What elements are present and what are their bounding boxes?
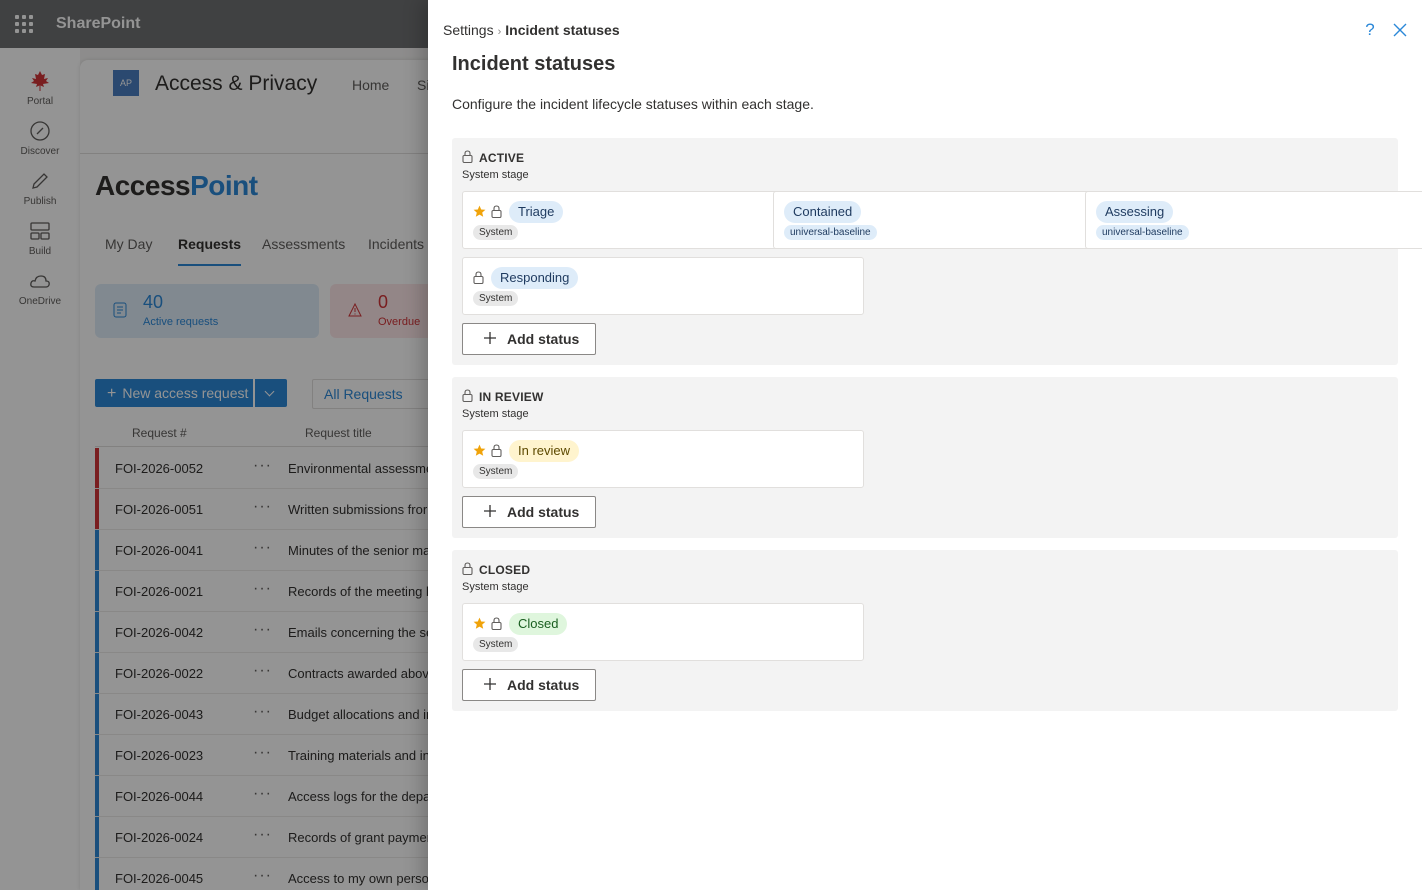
- stage-subtitle: System stage: [462, 169, 529, 181]
- status-card[interactable]: Closed System: [462, 603, 864, 661]
- status-tag: System: [473, 225, 519, 240]
- breadcrumb-separator-icon: ›: [497, 26, 502, 38]
- status-icons: [473, 203, 502, 219]
- add-status-button[interactable]: Add status: [462, 669, 596, 701]
- plus-icon: [484, 332, 496, 344]
- close-icon[interactable]: [1390, 20, 1410, 40]
- plus-icon: [484, 505, 496, 517]
- status-pill: Assessing: [1096, 201, 1174, 223]
- stage-name-label: ACTIVE: [479, 151, 525, 165]
- default-star-icon: [473, 617, 486, 629]
- lock-icon: [491, 204, 502, 218]
- status-pill: In review: [509, 440, 580, 462]
- breadcrumb-settings[interactable]: Settings: [443, 22, 494, 38]
- stage-closed: CLOSED System stage Closed System Add status: [452, 550, 1398, 711]
- stage-name: ACTIVE: [462, 150, 524, 165]
- status-tag: universal-baseline: [1096, 225, 1189, 240]
- lock-icon: [491, 443, 502, 457]
- add-status-button[interactable]: Add status: [462, 323, 596, 355]
- breadcrumb: Settings › Incident statuses: [443, 22, 620, 38]
- add-status-button[interactable]: Add status: [462, 496, 596, 528]
- stage-name: CLOSED: [462, 562, 530, 577]
- lock-icon: [473, 270, 484, 284]
- stage-name: IN REVIEW: [462, 389, 543, 404]
- stage-name-label: CLOSED: [479, 563, 531, 577]
- default-star-icon: [473, 205, 486, 217]
- stage-subtitle: System stage: [462, 408, 529, 420]
- settings-panel: Settings › Incident statuses ? Incident st…: [428, 0, 1422, 890]
- status-card[interactable]: In review System: [462, 430, 864, 488]
- lock-icon: [491, 616, 502, 630]
- default-star-icon: [473, 444, 486, 456]
- status-icons: [473, 615, 502, 631]
- status-card[interactable]: Responding System: [462, 257, 864, 315]
- status-tag: System: [473, 464, 519, 479]
- plus-icon: [484, 678, 496, 690]
- add-status-label: Add status: [507, 677, 580, 693]
- lock-icon: [462, 150, 473, 163]
- stage-subtitle: System stage: [462, 581, 529, 593]
- page-description: Configure the incident lifecycle statuse…: [452, 96, 814, 112]
- status-pill: Responding: [491, 267, 579, 289]
- status-pill: Contained: [784, 201, 862, 223]
- lock-icon: [462, 562, 473, 575]
- lock-icon: [462, 389, 473, 402]
- breadcrumb-current: Incident statuses: [505, 22, 620, 38]
- stage-active: ACTIVE System stage Triage System Contained u…: [452, 138, 1422, 365]
- status-tag: universal-baseline: [784, 225, 877, 240]
- status-tag: System: [473, 291, 519, 306]
- add-status-label: Add status: [507, 504, 580, 520]
- status-pill: Triage: [509, 201, 564, 223]
- status-pill: Closed: [509, 613, 568, 635]
- status-icons: [473, 442, 502, 458]
- stage-in-review: IN REVIEW System stage In review System Add …: [452, 377, 1398, 538]
- status-card[interactable]: Assessing universal-baseline: [1085, 191, 1422, 249]
- page-title: Incident statuses: [452, 53, 616, 75]
- help-button[interactable]: ?: [1360, 20, 1380, 40]
- stage-name-label: IN REVIEW: [479, 390, 544, 404]
- add-status-label: Add status: [507, 331, 580, 347]
- status-icons: [473, 269, 484, 285]
- status-tag: System: [473, 637, 519, 652]
